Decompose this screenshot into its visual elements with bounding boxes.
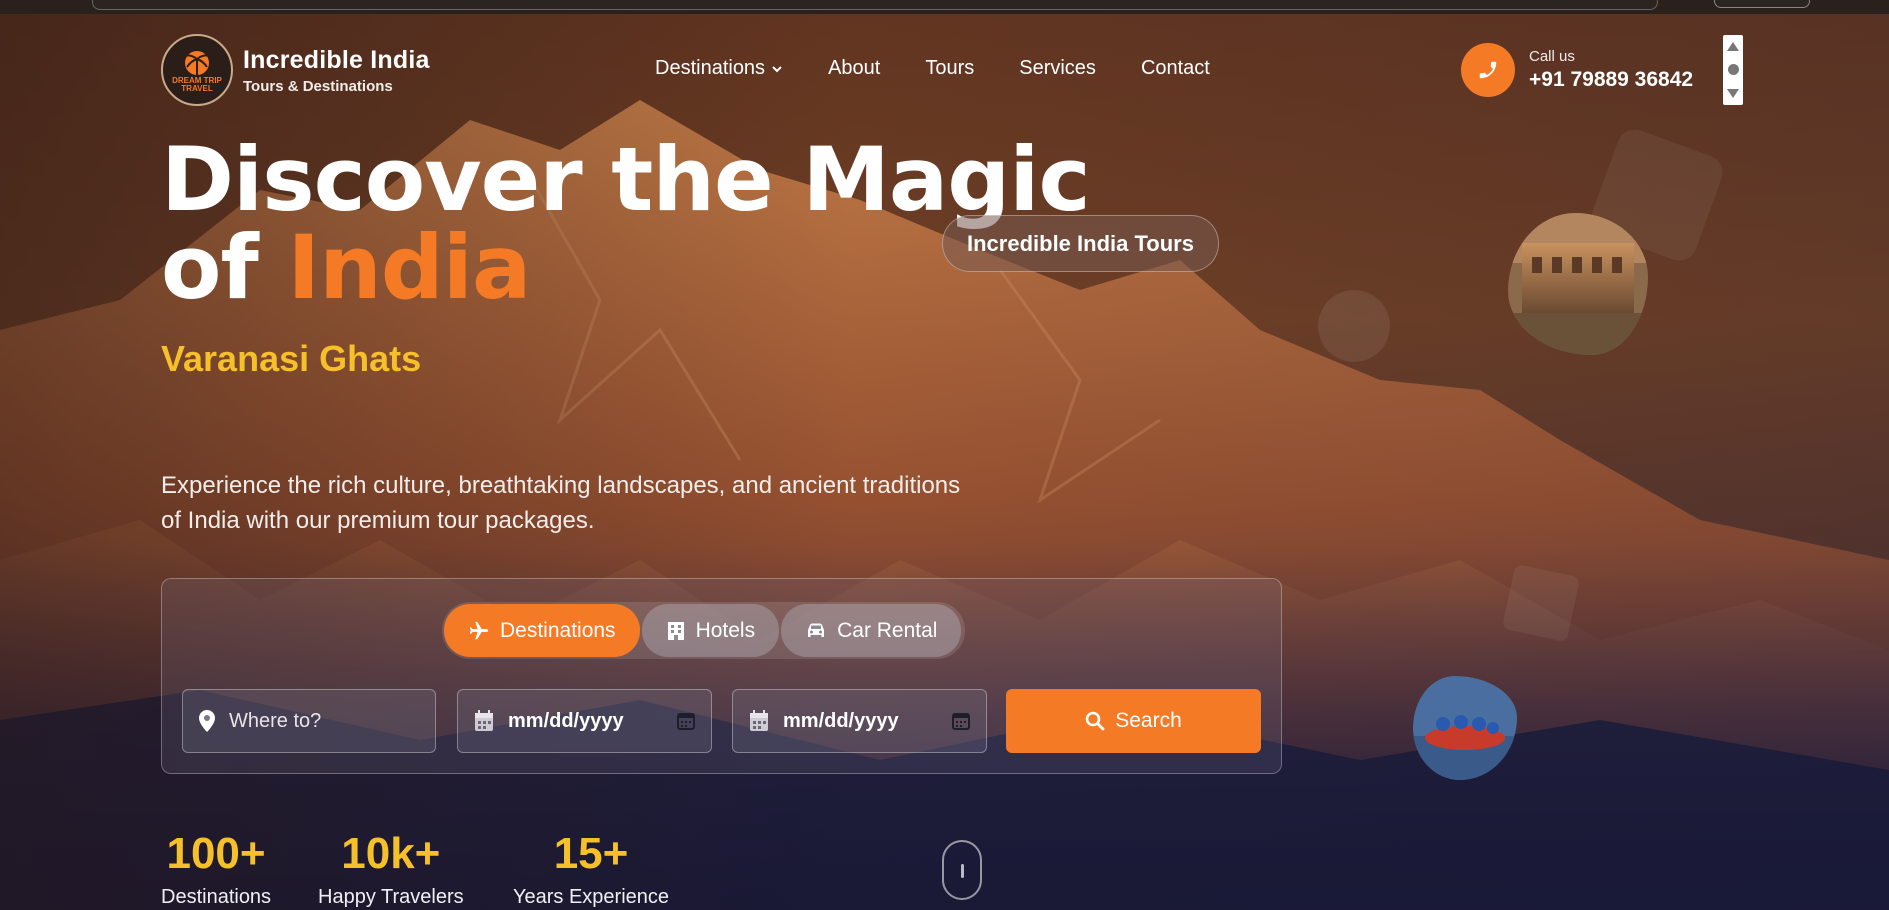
stat-destinations: 100+ Destinations [161,832,271,909]
nav-contact-label: Contact [1140,57,1210,79]
address-bar[interactable] [92,0,1658,10]
fort-photo [1508,213,1648,355]
stat-experience: 15+ Years Experience [513,832,669,909]
brand-subtitle: Tours & Destinations [243,77,393,95]
hero-tag-badge: Incredible India Tours [942,215,1219,272]
scroll-down-icon[interactable] [1727,89,1739,99]
stat-value: 10k+ [341,829,441,878]
nav-destinations[interactable]: Destinations [655,57,783,80]
search-button-label: Search [1115,709,1182,732]
tab-destinations-label: Destinations [500,618,616,642]
scroll-widget[interactable] [1723,35,1743,105]
stat-value: 15+ [553,829,629,878]
nav-about[interactable]: About [828,57,880,80]
destination-placeholder: Where to? [229,709,322,732]
stat-travelers: 10k+ Happy Travelers [318,832,464,909]
phone-icon [1479,61,1497,79]
search-icon [1085,711,1105,731]
phone-button[interactable] [1461,43,1515,97]
nav-contact[interactable]: Contact [1141,57,1210,80]
tab-car-rental-label: Car Rental [837,618,938,642]
hero-title-prefix: of [161,216,288,319]
tab-destinations[interactable]: Destinations [444,604,640,657]
chevron-down-icon [772,65,782,72]
stat-value: 100+ [166,829,266,878]
nav-tours-label: Tours [925,57,975,79]
tab-car-rental[interactable]: Car Rental [781,604,962,657]
nav-services[interactable]: Services [1019,57,1096,80]
scroll-down-indicator[interactable] [942,840,982,900]
checkout-date-value: mm/dd/yyyy [783,709,899,732]
mouse-wheel-icon [961,864,964,878]
nav-tours[interactable]: Tours [925,57,974,80]
main-nav: Destinations About Tours Services Contac… [655,57,1255,80]
calendar-icon [750,710,768,731]
stat-label: Happy Travelers [318,886,464,908]
date-picker-icon[interactable] [677,712,695,730]
calendar-icon [475,710,493,731]
nav-destinations-label: Destinations [655,57,766,79]
hero-description: Experience the rich culture, breathtakin… [161,472,961,534]
palm-icon [182,51,212,75]
logo-badge: DREAM TRIP TRAVEL [161,34,233,106]
checkout-date-input[interactable]: mm/dd/yyyy [732,689,987,753]
scroll-up-icon[interactable] [1727,41,1739,51]
browser-top-strip [0,0,1889,14]
brand-logo[interactable]: DREAM TRIP TRAVEL Incredible India Tours… [161,34,430,106]
hero-place-name: Varanasi Ghats [161,338,422,379]
stat-label: Years Experience [513,886,670,908]
search-panel: Destinations Hotels Car Rental Where to?… [161,578,1282,774]
top-pill-control[interactable] [1714,0,1810,8]
tab-hotels[interactable]: Hotels [641,604,780,657]
logo-badge-text: DREAM TRIP TRAVEL [172,76,222,93]
checkin-date-input[interactable]: mm/dd/yyyy [457,689,712,753]
phone-number[interactable]: +91 79889 36842 [1529,68,1693,92]
car-icon [808,623,825,637]
tab-hotels-label: Hotels [695,618,756,642]
nav-about-label: About [828,57,881,79]
stat-label: Destinations [161,886,272,908]
scroll-dot-icon[interactable] [1727,64,1739,76]
brand-title: Incredible India [243,45,430,74]
plane-icon [469,621,489,639]
destination-input[interactable]: Where to? [182,689,436,753]
date-picker-icon[interactable] [952,712,970,730]
building-icon [667,621,684,640]
nav-services-label: Services [1019,57,1096,79]
hero-title-accent: India [287,216,531,319]
decor-circle [1318,290,1390,362]
call-label: Call us [1529,48,1575,65]
location-pin-icon [199,710,215,732]
checkin-date-value: mm/dd/yyyy [508,709,624,732]
decor-square-small [1501,563,1581,643]
call-us[interactable]: Call us +91 79889 36842 [1461,43,1693,97]
search-tabs: Destinations Hotels Car Rental [442,602,966,659]
search-button[interactable]: Search [1006,689,1261,753]
